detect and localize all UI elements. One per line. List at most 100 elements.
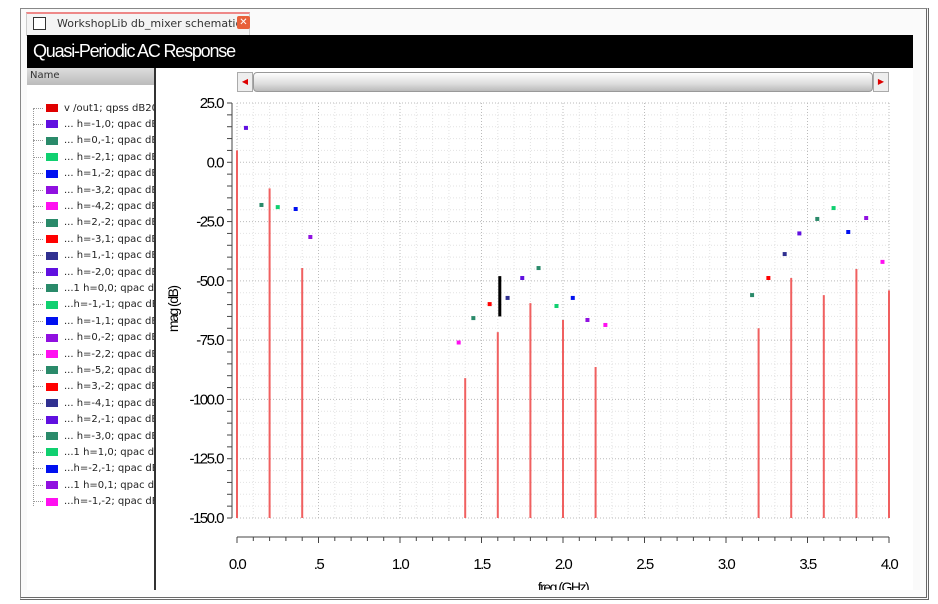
y-tick-label: 0.0: [207, 154, 225, 171]
x-tick-label: 2.5: [636, 556, 654, 573]
data-point[interactable]: [259, 202, 264, 207]
data-point[interactable]: [750, 293, 755, 298]
trace-list-item[interactable]: ... h=-4,2; qpac dB: [27, 198, 154, 214]
trace-label: ... h=-5,2; qpac dB: [64, 364, 156, 376]
data-point[interactable]: [487, 302, 492, 307]
trace-list-item[interactable]: ... h=2,-1; qpac dB: [27, 412, 154, 428]
scroll-left-button[interactable]: ◀: [237, 72, 253, 92]
trace-list-item[interactable]: ... h=0,-2; qpac dB: [27, 330, 156, 346]
tree-connector: [33, 205, 43, 207]
trace-list-item[interactable]: ...h=-1,-2; qpac dB: [27, 494, 154, 510]
trace-list-item[interactable]: ... h=-2,2; qpac dB: [27, 346, 154, 362]
data-point[interactable]: [275, 205, 280, 210]
data-point[interactable]: [864, 216, 869, 221]
data-point[interactable]: [505, 295, 510, 300]
tree-connector: [33, 271, 43, 273]
trace-label: ... h=-2,0; qpac dB: [64, 266, 156, 278]
trace-list-item[interactable]: ... h=0,-1; qpac dB: [27, 133, 156, 149]
data-point[interactable]: [846, 230, 851, 235]
trace-list-item[interactable]: ... h=-4,1; qpac dB: [27, 395, 154, 411]
trace-color-swatch: [46, 399, 58, 408]
trace-color-swatch: [46, 300, 58, 309]
trace-label: ...1 h=0,1; qpac dB: [64, 479, 156, 491]
trace-list-item[interactable]: v /out1; qpss dB20: [27, 100, 154, 116]
tab-schematic[interactable]: WorkshopLib db_mixer schematic ✕: [26, 12, 250, 36]
data-point[interactable]: [243, 125, 248, 130]
tree-connector: [33, 287, 43, 289]
document-icon: [33, 17, 46, 30]
trace-list-item[interactable]: ... h=-1,1; qpac dB: [27, 313, 156, 329]
chart[interactable]: 25.0 0.0 -25.0 -50.0 -75.0 -100.0 -125.0 -150.0…: [156, 68, 913, 590]
trace-label: ... h=0,-1; qpac dB: [64, 135, 156, 147]
trace-list-item[interactable]: ...1 h=1,0; qpac dB: [27, 444, 154, 460]
data-point[interactable]: [520, 276, 525, 281]
trace-list-item[interactable]: ... h=-3,1; qpac dB: [27, 231, 154, 247]
name-column-header[interactable]: Name: [27, 68, 154, 85]
x-tick-label: 0.0: [229, 556, 247, 573]
trace-label: ... h=2,-2; qpac dB: [64, 217, 156, 229]
trace-list-item[interactable]: ...h=-2,-1; qpac dB: [27, 461, 154, 477]
data-point[interactable]: [603, 322, 608, 327]
trace-list-item[interactable]: ... h=1,-2; qpac dB: [27, 166, 154, 182]
tree-connector: [33, 337, 43, 339]
data-point[interactable]: [880, 259, 885, 264]
trace-color-swatch: [46, 104, 58, 112]
plot-title: Quasi-Periodic AC Response: [27, 35, 913, 68]
trace-color-swatch: [46, 169, 58, 178]
data-point[interactable]: [831, 206, 836, 211]
trace-list-item[interactable]: ... h=-2,1; qpac dB: [27, 149, 154, 165]
trace-color-swatch: [46, 415, 58, 424]
x-tick-label: 3.0: [718, 556, 736, 573]
x-tick-label: 4.0: [881, 556, 899, 573]
tree-connector: [33, 107, 43, 109]
data-point[interactable]: [797, 231, 802, 236]
tree-connector: [33, 222, 43, 224]
trace-color-swatch: [46, 350, 58, 358]
trace-color-swatch: [46, 202, 58, 211]
scroll-thumb[interactable]: [253, 72, 873, 92]
trace-color-swatch: [46, 448, 58, 457]
data-point[interactable]: [815, 216, 820, 221]
tree-connector: [33, 402, 43, 404]
trace-label: ... h=-1,1; qpac dB: [64, 315, 156, 327]
x-tick-label: 3.5: [799, 556, 817, 573]
trace-list-item[interactable]: ... h=2,-2; qpac dB: [27, 215, 156, 231]
trace-list-item[interactable]: ...1 h=0,1; qpac dB: [27, 477, 156, 493]
data-point[interactable]: [456, 340, 461, 345]
x-axis-label: freq (GHz): [538, 579, 589, 590]
trace-list-item[interactable]: ... h=-5,2; qpac dB: [27, 362, 156, 378]
trace-list-item[interactable]: ... h=1,-1; qpac dB: [27, 248, 154, 264]
trace-list-item[interactable]: ... h=-3,2; qpac dB: [27, 182, 156, 198]
data-point[interactable]: [585, 317, 590, 322]
data-point[interactable]: [766, 276, 771, 281]
data-point[interactable]: [554, 303, 559, 308]
trace-list-item[interactable]: ... h=3,-2; qpac dB: [27, 379, 154, 395]
data-point[interactable]: [471, 316, 476, 321]
scroll-right-button[interactable]: ▶: [873, 72, 889, 92]
plot-area[interactable]: 25.0 0.0 -25.0 -50.0 -75.0 -100.0 -125.0 -150.0…: [156, 68, 913, 590]
trace-color-swatch: [46, 481, 58, 490]
y-tick-label: -100.0: [189, 391, 224, 408]
trace-list-item[interactable]: ... h=-1,0; qpac dB: [27, 116, 154, 132]
data-point[interactable]: [308, 234, 313, 239]
trace-color-swatch: [46, 432, 58, 440]
trace-color-swatch: [46, 153, 58, 162]
data-point[interactable]: [782, 252, 787, 257]
close-tab-button[interactable]: ✕: [237, 16, 250, 29]
data-point[interactable]: [570, 295, 575, 300]
data-point[interactable]: [293, 207, 298, 212]
trace-label: ... h=-3,2; qpac dB: [64, 184, 156, 196]
trace-color-swatch: [46, 268, 58, 276]
trace-label: ... h=0,-2; qpac dB: [64, 332, 156, 344]
trace-list-item[interactable]: ...1 h=0,0; qpac dB: [27, 280, 154, 296]
trace-list-item[interactable]: ...h=-1,-1; qpac dB: [27, 297, 154, 313]
data-point[interactable]: [536, 266, 541, 271]
trace-color-swatch: [46, 497, 58, 506]
y-tick-label: -125.0: [189, 451, 224, 468]
trace-color-swatch: [46, 284, 58, 293]
tree-connector: [33, 369, 43, 371]
trace-color-swatch: [46, 251, 58, 260]
trace-list-item[interactable]: ... h=-3,0; qpac dB: [27, 428, 154, 444]
trace-list-item[interactable]: ... h=-2,0; qpac dB: [27, 264, 156, 280]
x-scrollbar[interactable]: ◀ ▶: [237, 72, 889, 92]
